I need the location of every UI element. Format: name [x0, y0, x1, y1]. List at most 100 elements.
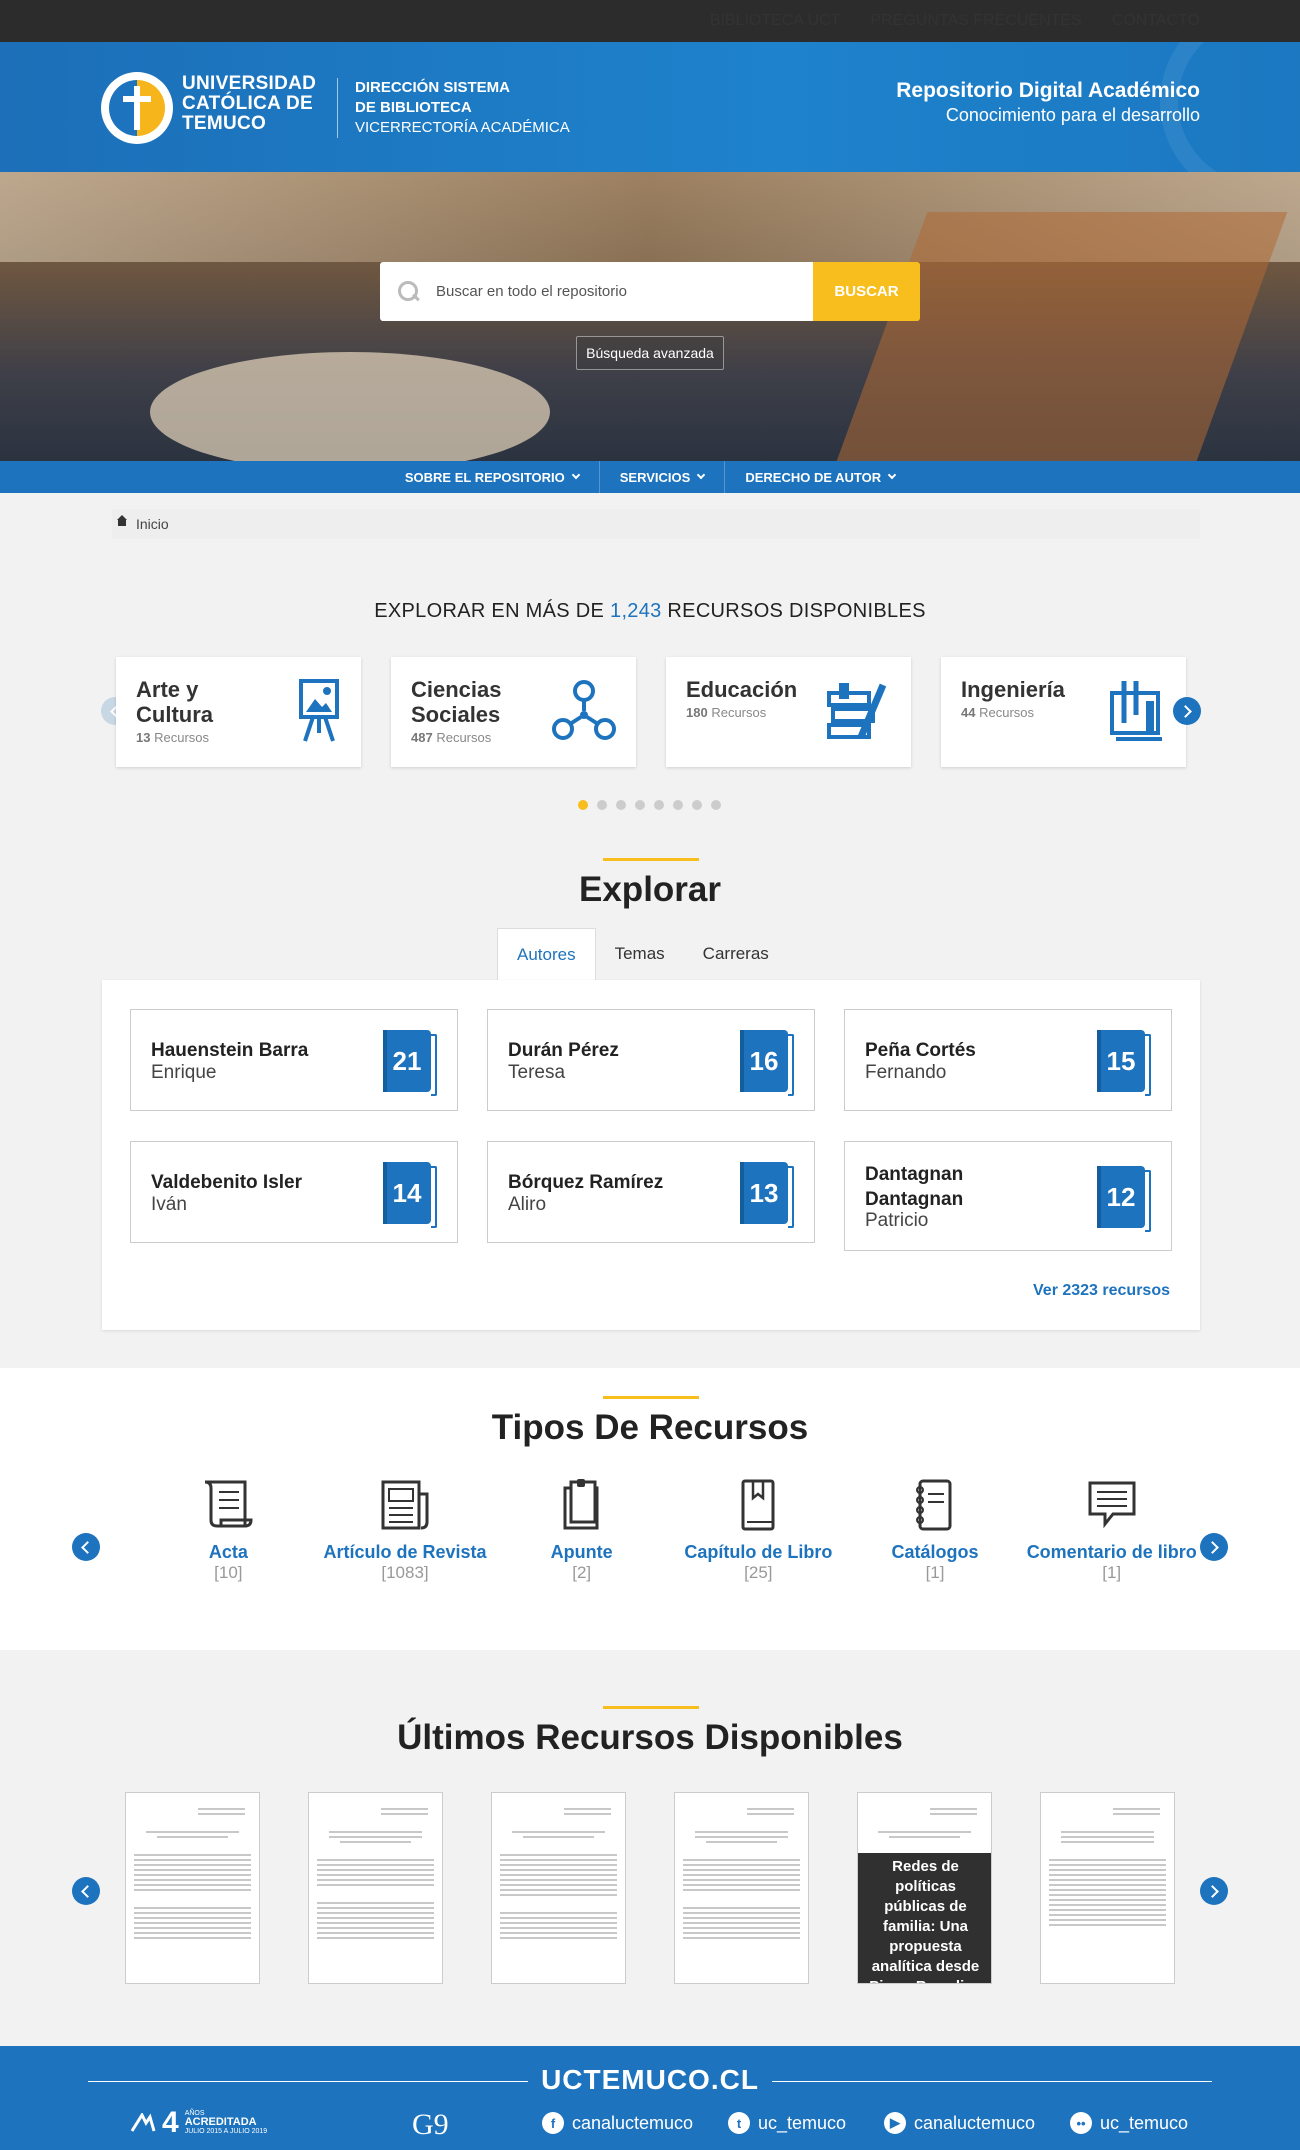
carousel-dot[interactable] — [578, 800, 588, 810]
carousel-dot[interactable] — [616, 800, 626, 810]
carousel-dot[interactable] — [692, 800, 702, 810]
carousel-dot[interactable] — [673, 800, 683, 810]
search-bar: BUSCAR — [380, 262, 920, 321]
resource-thumbnail[interactable] — [125, 1792, 260, 1984]
categories-next-arrow[interactable] — [1173, 697, 1201, 725]
author-card[interactable]: Peña Cortés Fernando 15 — [844, 1009, 1172, 1111]
blueprint-icon — [1110, 681, 1162, 741]
carousel-dot[interactable] — [635, 800, 645, 810]
carousel-dot[interactable] — [711, 800, 721, 810]
explorar-tabs: Autores Temas Carreras — [497, 928, 788, 980]
resource-thumbnail[interactable] — [491, 1792, 626, 1984]
author-card[interactable]: Valdebenito Isler Iván 14 — [130, 1141, 458, 1243]
types-prev-arrow[interactable] — [72, 1533, 100, 1561]
site-footer: UCTEMUCO.CL 4 AÑOS ACREDITADA JULIO 2015 A… — [0, 2046, 1300, 2150]
carousel-dot[interactable] — [597, 800, 607, 810]
scroll-icon — [205, 1480, 253, 1528]
twitter-icon: t — [728, 2112, 750, 2134]
tab-autores[interactable]: Autores — [497, 928, 596, 980]
authors-panel: Hauenstein Barra Enrique 21 Durán Pérez … — [102, 980, 1200, 1330]
link-contacto[interactable]: CONTACTO — [1112, 12, 1200, 30]
network-icon — [552, 680, 616, 740]
breadcrumb: Inicio — [112, 509, 1200, 539]
resource-type-articulo-de-revista[interactable]: Artículo de Revista [1083] — [317, 1478, 494, 1583]
category-carousel: Arte y Cultura 13 Recursos Ciencias Soci… — [116, 657, 1186, 767]
top-bar: BIBLIOTECA UCT PREGUNTAS FRECUENTES CONT… — [0, 0, 1300, 42]
clipboard-icon — [563, 1479, 599, 1530]
book-count-icon: 13 — [740, 1162, 794, 1228]
search-button[interactable]: BUSCAR — [813, 262, 920, 321]
see-all-resources-link[interactable]: Ver 2323 recursos — [1033, 1282, 1170, 1300]
search-icon — [396, 279, 422, 305]
search-input[interactable] — [436, 283, 796, 300]
resource-thumbnail[interactable] — [674, 1792, 809, 1984]
types-next-arrow[interactable] — [1200, 1533, 1228, 1561]
social-flickr[interactable]: •• uc_temuco — [1070, 2112, 1188, 2134]
flickr-icon: •• — [1070, 2112, 1092, 2134]
carousel-dot[interactable] — [654, 800, 664, 810]
latest-prev-arrow[interactable] — [72, 1877, 100, 1905]
home-icon — [116, 515, 128, 529]
header-divider — [337, 78, 338, 138]
link-biblioteca-uct[interactable]: BIBLIOTECA UCT — [710, 12, 841, 30]
resource-type-catalogos[interactable]: Catálogos [1] — [847, 1478, 1024, 1583]
author-card[interactable]: Durán Pérez Teresa 16 — [487, 1009, 815, 1111]
category-card-ingenieria[interactable]: Ingeniería 44 Recursos — [941, 657, 1186, 767]
university-logo[interactable] — [101, 72, 173, 144]
accreditation-badge: 4 AÑOS ACREDITADA JULIO 2015 A JULIO 2019 — [130, 2106, 267, 2140]
latest-resources-title: Últimos Recursos Disponibles — [0, 1706, 1300, 1758]
facebook-icon: f — [542, 2112, 564, 2134]
footer-brand-link[interactable]: UCTEMUCO.CL — [0, 2064, 1300, 2096]
university-name: UNIVERSIDAD CATÓLICA DE TEMUCO — [182, 73, 317, 134]
category-card-arte-y-cultura[interactable]: Arte y Cultura 13 Recursos — [116, 657, 361, 767]
repository-title-block: Repositorio Digital Académico Conocimien… — [896, 79, 1200, 126]
resource-type-apunte[interactable]: Apunte [2] — [493, 1478, 670, 1583]
author-card[interactable]: Dantagnan Dantagnan Patricio 12 — [844, 1141, 1172, 1251]
book-count-icon: 14 — [383, 1162, 437, 1228]
resource-thumbnail[interactable] — [1040, 1792, 1175, 1984]
breadcrumb-home[interactable]: Inicio — [136, 516, 169, 532]
nav-servicios[interactable]: SERVICIOS — [600, 461, 725, 493]
newspaper-icon — [381, 1480, 429, 1530]
hero-banner: BUSCAR Búsqueda avanzada — [0, 172, 1300, 461]
carousel-dots — [578, 800, 721, 810]
category-card-ciencias-sociales[interactable]: Ciencias Sociales 487 Recursos — [391, 657, 636, 767]
resource-hover-title: Redes de políticas públicas de familia: … — [858, 1853, 991, 1983]
resource-type-capitulo-de-libro[interactable]: Capítulo de Libro [25] — [670, 1478, 847, 1583]
g9-logo: G9 — [412, 2108, 449, 2141]
resource-type-comentario-de-libro[interactable]: Comentario de libro [1] — [1023, 1478, 1200, 1583]
nav-sobre-el-repositorio[interactable]: SOBRE EL REPOSITORIO — [385, 461, 599, 493]
chevron-down-icon — [571, 470, 581, 480]
comment-icon — [1088, 1481, 1136, 1529]
author-card[interactable]: Hauenstein Barra Enrique 21 — [130, 1009, 458, 1111]
resource-thumbnail[interactable] — [308, 1792, 443, 1984]
tab-temas[interactable]: Temas — [596, 928, 684, 980]
advanced-search-button[interactable]: Búsqueda avanzada — [576, 336, 724, 370]
latest-resources-carousel: Redes de políticas públicas de familia: … — [125, 1792, 1175, 1984]
resource-thumbnail-hovered[interactable]: Redes de políticas públicas de familia: … — [857, 1792, 992, 1984]
book-count-icon: 21 — [383, 1030, 437, 1096]
category-card-educacion[interactable]: Educación 180 Recursos — [666, 657, 911, 767]
author-card[interactable]: Bórquez Ramírez Aliro 13 — [487, 1141, 815, 1243]
books-pen-icon — [827, 683, 887, 739]
bookmark-book-icon — [741, 1479, 775, 1531]
repository-title: Repositorio Digital Académico — [896, 79, 1200, 102]
nav-derecho-de-autor[interactable]: DERECHO DE AUTOR — [725, 461, 915, 493]
resource-type-acta[interactable]: Acta [10] — [140, 1478, 317, 1583]
social-twitter[interactable]: t uc_temuco — [728, 2112, 846, 2134]
social-facebook[interactable]: f canaluctemuco — [542, 2112, 693, 2134]
explore-count-heading: EXPLORAR EN MÁS DE 1,243 RECURSOS DISPON… — [374, 600, 926, 622]
book-count-icon: 16 — [740, 1030, 794, 1096]
notebook-icon — [916, 1479, 952, 1531]
book-count-icon: 12 — [1097, 1166, 1151, 1232]
youtube-icon: ▶ — [884, 2112, 906, 2134]
easel-icon — [299, 679, 339, 742]
link-preguntas-frecuentes[interactable]: PREGUNTAS FRECUENTES — [870, 12, 1081, 30]
social-youtube[interactable]: ▶ canaluctemuco — [884, 2112, 1035, 2134]
latest-next-arrow[interactable] — [1200, 1877, 1228, 1905]
chevron-down-icon — [697, 470, 706, 480]
explorar-title: Explorar — [0, 858, 1300, 910]
repository-subtitle: Conocimiento para el desarrollo — [945, 105, 1200, 125]
tab-carreras[interactable]: Carreras — [684, 928, 788, 980]
chevron-down-icon — [887, 470, 897, 480]
